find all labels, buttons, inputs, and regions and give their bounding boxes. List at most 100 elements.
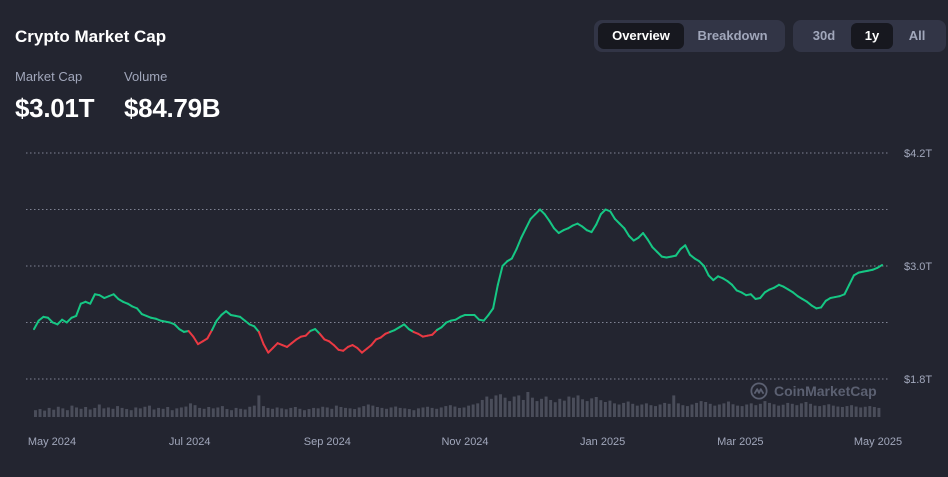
volume-bar [435,408,439,417]
volume-bar [663,402,667,417]
y-tick-label: $4.2T [904,148,932,160]
price-line-segment [876,264,883,269]
volume-bar [854,406,858,417]
volume-bar [594,397,598,417]
volume-bar [467,405,471,417]
volume-bar [239,408,243,417]
price-line-segment [702,265,710,277]
price-line-segment [731,283,738,292]
volume-bar [499,394,502,417]
volume-bar [198,407,202,417]
volume-bar [111,408,115,417]
market-cap-chart[interactable]: $4.2T $3.0T $1.8T May 2024 Jul 2024 Sep 2024 N… [0,0,948,477]
volume-bar [877,407,881,417]
volume-bar [307,409,311,417]
volume-bar [56,406,60,417]
volume-bar [47,407,51,417]
price-line-segment [482,313,490,322]
price-line-segment [318,332,326,341]
volume-bar [822,405,826,417]
volume-bar [768,402,771,417]
volume-bar [558,398,562,417]
volume-bar [626,401,630,417]
volume-bar [690,404,694,417]
volume-bar [617,404,621,417]
volume-bar [225,409,229,417]
volume-bar [143,406,147,417]
volume-bar [207,407,211,417]
volume-bar [394,406,398,417]
x-tick-label: Sep 2024 [304,436,351,448]
volume-bar [271,408,275,417]
price-line-segment [253,325,260,333]
volume-bar [70,405,74,417]
volume-bar [448,405,452,417]
coinmarketcap-logo-icon [750,382,768,400]
volume-bar [567,396,571,417]
volume-bar [362,406,366,417]
volume-bar [312,407,316,417]
price-line-segment [674,248,682,257]
y-tick-label: $1.8T [904,374,932,386]
volume-bar [622,402,626,417]
volume-bar [485,396,489,417]
volume-bar [722,403,726,417]
price-line-segment [590,223,598,234]
x-tick-label: Jan 2025 [580,436,625,448]
volume-bar [471,404,475,417]
volume-bar [302,410,306,417]
price-line-segment [548,219,556,230]
volume-bar [284,409,288,417]
volume-bar [157,407,161,417]
volume-bar [831,405,835,417]
volume-bar [120,407,124,417]
volume-bar [65,410,69,417]
volume-bar [799,403,803,417]
volume-bar [840,407,844,417]
price-line-segment [136,307,143,316]
volume-bar [316,408,320,417]
volume-bar [289,407,293,417]
volume-bar [827,404,831,417]
volume-bar [863,406,867,417]
volume-bar [52,409,56,417]
volume-bar [129,410,133,417]
volume-bar [731,404,735,417]
volume-bar [685,406,689,417]
volume-bar [216,407,220,417]
x-tick-label: Nov 2024 [441,436,488,448]
volume-bar [79,408,83,417]
coinmarketcap-watermark: CoinMarketCap [750,382,877,400]
volume-bar [243,409,247,417]
volume-bar [93,407,97,417]
volume-bar [795,405,799,417]
volume-bar [777,405,781,417]
x-tick-label: Jul 2024 [169,436,211,448]
volume-bar [476,403,480,417]
volume-bar [453,406,457,417]
volume-bar [38,409,42,417]
volume-bar [234,407,238,417]
volume-bar [549,399,553,417]
price-line-segment [843,283,851,296]
volume-bar [293,407,297,417]
price-line-segment [192,335,199,346]
volume-bar [781,404,785,417]
volume-bar [357,407,361,417]
volume-bar [726,401,730,417]
volume-bar [676,403,680,417]
volume-bar [416,408,420,417]
volume-bar [280,408,284,417]
volume-bar [517,395,521,417]
price-line-segment [515,236,523,251]
volume-bar [613,403,616,417]
volume-bar [193,405,197,417]
volume-bar [426,406,430,417]
volume-bar [88,409,92,417]
price-line-segment [520,227,527,239]
price-line-segment [75,302,82,317]
volume-bar [708,403,712,417]
price-line-segment [492,283,499,310]
volume-bar [763,401,767,417]
volume-bar [220,406,224,417]
